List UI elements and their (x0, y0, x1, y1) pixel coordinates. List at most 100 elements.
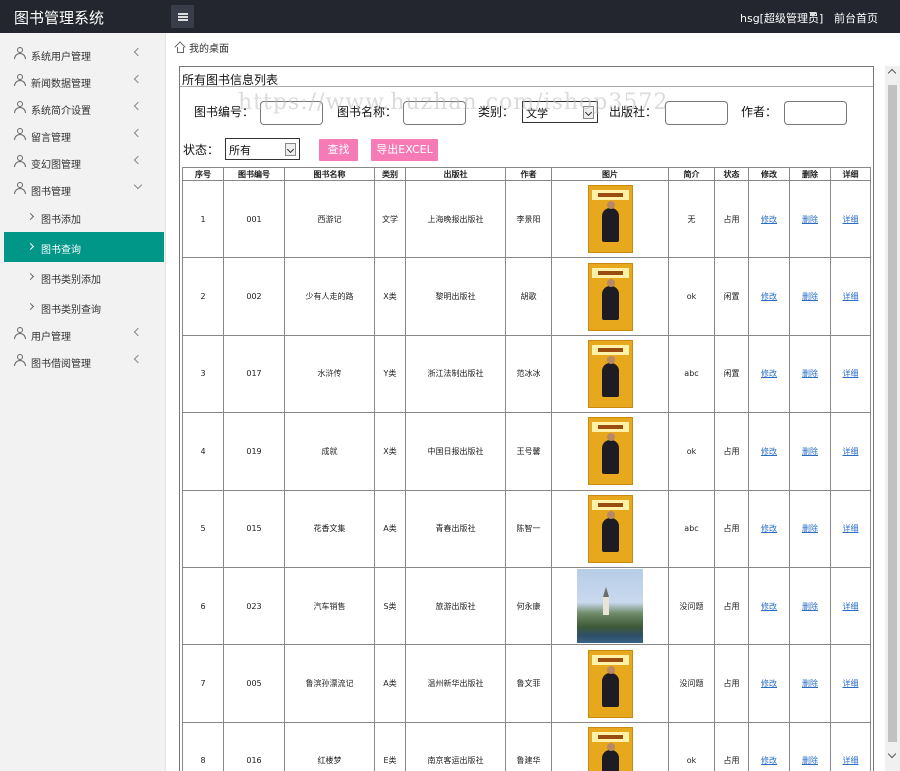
row-index-cell: 3 (182, 334, 224, 414)
chevron-right-icon (26, 242, 35, 251)
author-input[interactable] (784, 101, 847, 125)
detail-link[interactable]: 详细 (843, 756, 859, 765)
detail-link[interactable]: 详细 (843, 447, 859, 456)
export-excel-button[interactable]: 导出EXCEL (371, 139, 438, 161)
delete-link-cell: 删除 (789, 179, 831, 259)
book-name-cell: 成就 (284, 412, 375, 491)
category-select[interactable]: 文学 (522, 101, 598, 123)
detail-link[interactable]: 详细 (843, 602, 859, 611)
book-publisher-cell: 中国日报出版社 (405, 412, 506, 491)
book-no-cell: 019 (223, 412, 285, 491)
book-no-input[interactable] (260, 101, 323, 125)
row-index-cell: 4 (182, 412, 224, 491)
book-no-cell: 017 (223, 334, 285, 414)
delete-link[interactable]: 删除 (802, 679, 818, 688)
delete-link-cell: 删除 (789, 257, 831, 336)
book-image-cell (551, 566, 669, 646)
book-intro-cell: 没问题 (668, 644, 715, 723)
row-index-cell: 1 (182, 179, 224, 259)
book-cover-image (577, 569, 643, 644)
book-status-cell: 占用 (714, 721, 749, 771)
sidebar-item-intro[interactable]: 系统简介设置 (0, 94, 166, 121)
detail-link[interactable]: 详细 (843, 679, 859, 688)
delete-link[interactable]: 删除 (802, 602, 818, 611)
column-header: 状态 (714, 167, 749, 181)
sidebar-subitem-book-query[interactable]: 图书查询 (4, 232, 164, 262)
user-icon (14, 101, 26, 114)
edit-link[interactable]: 修改 (761, 369, 777, 378)
sidebar-item-system-users[interactable]: 系统用户管理 (0, 40, 166, 67)
menu-icon (177, 12, 188, 21)
book-image-cell (551, 721, 669, 771)
table-row: 2 002 少有人走的路 X类 黎明出版社 胡歌 ok 闲置 修改 删除 详细 (182, 257, 871, 336)
edit-link[interactable]: 修改 (761, 756, 777, 765)
breadcrumb: 我的桌面 (174, 40, 229, 55)
sidebar-subitem-book-add[interactable]: 图书添加 (0, 202, 166, 232)
book-intro-cell: 无 (668, 179, 715, 259)
edit-link[interactable]: 修改 (761, 447, 777, 456)
book-cover-image (587, 339, 633, 408)
detail-link-cell: 详细 (830, 566, 871, 646)
publisher-input[interactable] (665, 101, 728, 125)
sidebar-item-news[interactable]: 新闻数据管理 (0, 67, 166, 94)
row-index-cell: 6 (182, 566, 224, 646)
detail-link[interactable]: 详细 (843, 292, 859, 301)
row-index-cell: 8 (182, 721, 224, 771)
book-category-cell: A类 (374, 644, 406, 723)
breadcrumb-label[interactable]: 我的桌面 (189, 40, 229, 55)
sidebar-item-books[interactable]: 图书管理 (0, 175, 166, 202)
delete-link[interactable]: 删除 (802, 524, 818, 533)
caret-down-icon[interactable] (809, 12, 817, 17)
book-category-cell: Y类 (374, 334, 406, 414)
sidebar-item-messages[interactable]: 留言管理 (0, 121, 166, 148)
scroll-up-icon[interactable] (887, 68, 897, 78)
table-row: 1 001 西游记 文学 上海晚报出版社 李景阳 无占用 修改 删除 详细 (182, 179, 871, 259)
edit-link[interactable]: 修改 (761, 524, 777, 533)
delete-link-cell: 删除 (789, 566, 831, 646)
user-icon (14, 74, 26, 87)
detail-link-cell: 详细 (830, 644, 871, 723)
column-header: 图片 (551, 167, 669, 181)
author-label: 作者： (741, 105, 778, 119)
delete-link[interactable]: 删除 (802, 292, 818, 301)
chevron-right-icon (26, 212, 35, 221)
book-name-input[interactable] (403, 101, 466, 125)
delete-link[interactable]: 删除 (802, 447, 818, 456)
detail-link[interactable]: 详细 (843, 524, 859, 533)
edit-link[interactable]: 修改 (761, 602, 777, 611)
sidebar-subitem-category-query[interactable]: 图书类别查询 (0, 292, 166, 322)
delete-link[interactable]: 删除 (802, 215, 818, 224)
sidebar-item-borrowing[interactable]: 图书借阅管理 (0, 347, 166, 374)
scroll-down-icon[interactable] (887, 749, 897, 759)
edit-link[interactable]: 修改 (761, 292, 777, 301)
status-label: 状态： (183, 143, 220, 157)
search-button[interactable]: 查找 (319, 139, 358, 161)
sidebar-subitem-category-add[interactable]: 图书类别添加 (0, 262, 166, 292)
user-icon (14, 47, 26, 60)
book-intro-cell: ok (668, 257, 715, 336)
book-status-cell: 占用 (714, 644, 749, 723)
edit-link[interactable]: 修改 (761, 679, 777, 688)
book-intro-cell: abc (668, 334, 715, 414)
vertical-scrollbar[interactable] (885, 66, 900, 771)
sidebar-item-label: 系统简介设置 (31, 106, 91, 117)
scroll-thumb[interactable] (888, 85, 897, 742)
delete-link[interactable]: 删除 (802, 369, 818, 378)
user-icon (14, 155, 26, 168)
sidebar-item-users[interactable]: 用户管理 (0, 320, 166, 347)
detail-link[interactable]: 详细 (843, 369, 859, 378)
status-select[interactable]: 所有 (225, 138, 300, 160)
sidebar-item-label: 留言管理 (31, 133, 71, 144)
delete-link-cell: 删除 (789, 489, 831, 568)
user-icon (14, 327, 26, 340)
book-category-cell: S类 (374, 566, 406, 646)
delete-link[interactable]: 删除 (802, 756, 818, 765)
detail-link[interactable]: 详细 (843, 215, 859, 224)
detail-link-cell: 详细 (830, 257, 871, 336)
menu-toggle-button[interactable] (171, 5, 194, 28)
book-publisher-cell: 黎明出版社 (405, 257, 506, 336)
edit-link[interactable]: 修改 (761, 215, 777, 224)
sidebar-item-slides[interactable]: 变幻图管理 (0, 148, 166, 175)
chevron-left-icon (133, 47, 143, 57)
front-home-link[interactable]: 前台首页 (834, 10, 878, 26)
